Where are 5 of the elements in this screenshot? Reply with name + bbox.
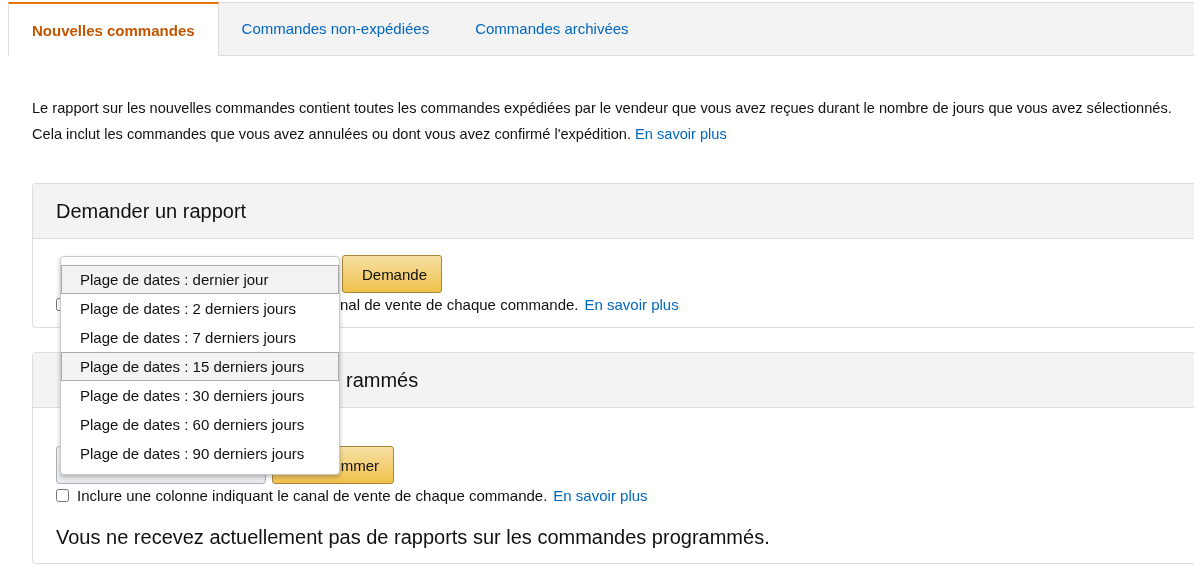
no-reports-message: Vous ne recevez actuellement pas de rapports sur les commandes programmés. xyxy=(56,526,771,549)
checkbox-label: nal de vente de chaque commande. xyxy=(340,296,579,313)
description-text: Le rapport sur les nouvelles commandes contient toutes les commandes expédiées par le vendeur que vous avez reçues durant le nombre de jours que vous avez sélectionnés. Cela inclut les commandes que vous avez annulées ou dont vous avez confirmé l'expédition. En savoir plus xyxy=(32,99,1173,144)
panel-title: Demander un rapport xyxy=(56,199,247,223)
checkbox-label: Inclure une colonne indiquant le canal de vente de chaque commande. xyxy=(77,487,548,504)
